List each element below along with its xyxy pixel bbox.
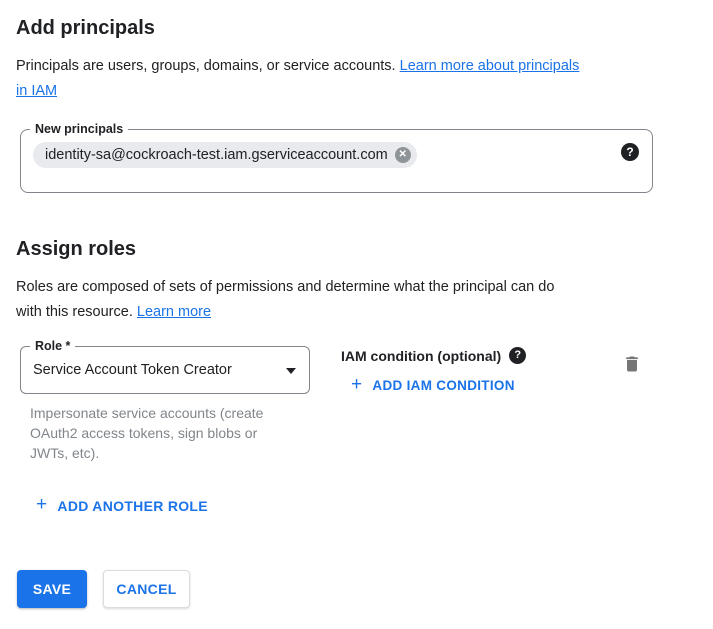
- role-column: Role * Service Account Token Creator Imp…: [20, 346, 314, 463]
- plus-icon: +: [36, 495, 47, 514]
- add-another-role-button[interactable]: + ADD ANOTHER ROLE: [36, 497, 713, 514]
- add-iam-condition-label: ADD IAM CONDITION: [372, 378, 514, 393]
- principal-chip-label: identity-sa@cockroach-test.iam.gservicea…: [45, 147, 388, 163]
- role-select[interactable]: Role * Service Account Token Creator: [20, 346, 310, 394]
- trash-icon: [622, 354, 642, 374]
- assign-roles-title: Assign roles: [16, 237, 713, 261]
- new-principals-label: New principals: [30, 121, 128, 137]
- intro-text-static: Principals are users, groups, domains, o…: [16, 58, 400, 74]
- principal-chip: identity-sa@cockroach-test.iam.gservicea…: [33, 142, 417, 168]
- assign-roles-description: Roles are composed of sets of permission…: [16, 275, 676, 325]
- delete-role-column: [622, 346, 642, 379]
- role-helper-text: Impersonate service accounts (create OAu…: [30, 403, 310, 463]
- plus-icon: +: [351, 375, 362, 394]
- cancel-button[interactable]: CANCEL: [103, 570, 190, 608]
- iam-condition-help-icon[interactable]: ?: [509, 347, 526, 364]
- intro-text: Principals are users, groups, domains, o…: [16, 54, 676, 104]
- add-another-role-label: ADD ANOTHER ROLE: [57, 498, 208, 514]
- iam-condition-label: IAM condition (optional): [341, 348, 501, 364]
- iam-condition-column: IAM condition (optional) ? + ADD IAM CON…: [341, 346, 526, 394]
- learn-more-link[interactable]: Learn more: [137, 304, 211, 320]
- role-selected-value: Service Account Token Creator: [33, 362, 232, 378]
- new-principals-help-icon[interactable]: ?: [621, 143, 639, 161]
- role-label: Role *: [30, 338, 75, 354]
- dialog-actions: SAVE CANCEL: [17, 570, 713, 608]
- dropdown-arrow-icon: [286, 368, 296, 374]
- add-iam-condition-button[interactable]: + ADD IAM CONDITION: [351, 377, 526, 394]
- new-principals-input[interactable]: New principals identity-sa@cockroach-tes…: [20, 129, 653, 193]
- iam-condition-label-row: IAM condition (optional) ?: [341, 347, 526, 364]
- chip-remove-icon[interactable]: ✕: [395, 147, 411, 163]
- page-title: Add principals: [16, 16, 713, 40]
- save-button[interactable]: SAVE: [17, 570, 87, 608]
- add-principals-panel: Add principals Principals are users, gro…: [0, 0, 713, 608]
- role-row: Role * Service Account Token Creator Imp…: [16, 346, 713, 463]
- delete-role-button[interactable]: [622, 354, 642, 374]
